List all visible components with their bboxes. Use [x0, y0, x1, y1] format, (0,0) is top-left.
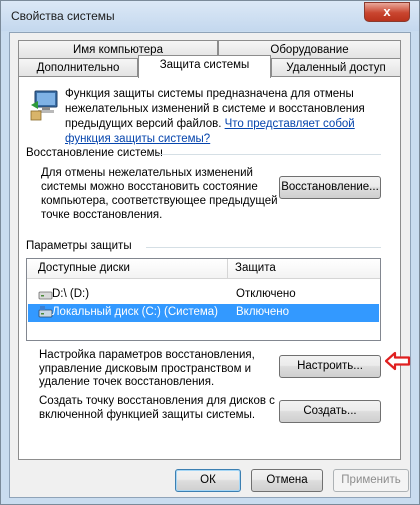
tab-remote-access[interactable]: Удаленный доступ [271, 58, 401, 77]
window-title: Свойства системы [11, 9, 115, 23]
intro-line-3: предыдущих версий файлов. Что представля… [65, 117, 365, 132]
create-line: включенной функцией защиты системы. [39, 409, 256, 421]
drive-protection-status: Включено [236, 306, 290, 318]
group-divider [146, 247, 381, 248]
group-divider [156, 154, 381, 155]
tab-advanced[interactable]: Дополнительно [18, 58, 138, 77]
title-bar[interactable]: Свойства системы x [1, 1, 419, 31]
configure-line: Настройка параметров восстановления, [39, 349, 255, 361]
restore-button[interactable]: Восстановление... [279, 176, 381, 199]
configure-line: удаление точек восстановления. [39, 376, 215, 388]
system-drive-icon [38, 305, 53, 320]
column-header-protection[interactable]: Защита [235, 262, 276, 274]
restore-line: точке восстановления. [41, 209, 163, 221]
column-separator [227, 259, 228, 279]
drive-name: D:\ (D:) [52, 288, 90, 300]
intro-line: нежелательных изменений в системе и восс… [65, 103, 365, 115]
restore-line: компьютера, соответствующее предыдущей [41, 195, 278, 207]
drive-icon [38, 287, 53, 302]
drive-name: Локальный диск (C:) (Система) [52, 306, 218, 318]
apply-button[interactable]: Применить [333, 469, 409, 492]
red-arrow-icon [384, 351, 411, 371]
restore-group-label: Восстановление системы [26, 147, 163, 159]
list-header: Доступные диски Защита [27, 259, 380, 279]
tab-system-protection[interactable]: Защита системы [138, 55, 271, 78]
cancel-button[interactable]: Отмена [251, 469, 323, 492]
intro-text: Функция защиты системы предназначена для… [65, 87, 365, 147]
help-link-continued[interactable]: функция защиты системы? [65, 132, 365, 147]
configure-line: управление дисковым пространством и [39, 362, 252, 375]
drive-protection-status: Отключено [236, 288, 296, 300]
configure-button[interactable]: Настроить... [279, 355, 381, 378]
drive-row-d[interactable]: D:\ (D:) Отключено [28, 286, 379, 304]
tab-label: Оборудование [270, 44, 349, 56]
drive-row-c[interactable]: Локальный диск (C:) (Система) Включено [28, 304, 379, 322]
configure-description: Настройка параметров восстановления, упр… [39, 349, 255, 390]
create-line: Создать точку восстановления для дисков … [39, 395, 275, 407]
create-button[interactable]: Создать... [279, 400, 381, 423]
help-link[interactable]: Что представляет собой [225, 118, 355, 130]
tab-label: Удаленный доступ [286, 62, 386, 74]
restore-line: системы можно восстановить состояние [41, 181, 258, 193]
protection-group-label: Параметры защиты [26, 240, 132, 252]
restore-line: Для отмены нежелательных изменений [41, 167, 253, 179]
intro-line: Функция защиты системы предназначена для… [65, 88, 354, 100]
restore-description: Для отмены нежелательных изменений систе… [41, 166, 278, 222]
system-protection-icon [29, 87, 61, 121]
tab-label: Дополнительно [36, 62, 120, 74]
drives-list[interactable]: Доступные диски Защита D:\ (D:) Отключен… [26, 258, 381, 341]
create-description: Создать точку восстановления для дисков … [39, 394, 275, 422]
close-button[interactable]: x [364, 2, 410, 22]
column-header-drives[interactable]: Доступные диски [38, 262, 130, 274]
tab-label: Защита системы [159, 59, 250, 71]
intro-line: предыдущих версий файлов. [65, 118, 222, 130]
system-properties-window: Свойства системы x Имя компьютера Оборуд… [0, 0, 420, 505]
close-icon: x [383, 4, 391, 19]
ok-button[interactable]: ОК [175, 469, 241, 492]
